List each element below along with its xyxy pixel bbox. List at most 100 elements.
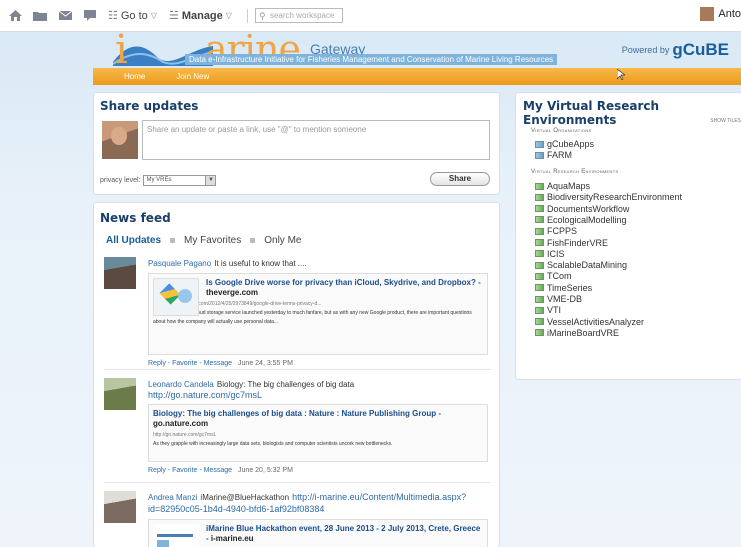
vre-icon bbox=[535, 261, 544, 269]
mouse-cursor-icon bbox=[617, 69, 625, 80]
vre-icon bbox=[535, 227, 544, 235]
card-title-text: Biology: The big challenges of big data … bbox=[153, 409, 437, 418]
gcube-logo: gCuBE bbox=[672, 40, 729, 59]
vre-item-label: ICIS bbox=[547, 248, 565, 259]
goto-label: Go to bbox=[120, 9, 148, 22]
link-preview-card[interactable]: Biology: The big challenges of big data … bbox=[148, 404, 488, 462]
vre-section-label: Virtual Research Environments bbox=[531, 169, 619, 175]
vre-item-label: VTI bbox=[547, 305, 562, 316]
vre-item-label: gCubeApps bbox=[547, 139, 595, 149]
link-preview-card[interactable]: Is Google Drive worse for privacy than i… bbox=[148, 273, 488, 355]
manage-menu[interactable]: ☱ Manage ▽ bbox=[168, 9, 232, 23]
vre-icon bbox=[535, 329, 544, 337]
avatar[interactable] bbox=[104, 491, 136, 523]
post-date: June 24, 3:55 PM bbox=[238, 360, 293, 367]
post-body: Leonardo Candela Biology: The big challe… bbox=[148, 378, 488, 474]
privacy-level: privacy level: My VREs ▼ bbox=[100, 175, 217, 186]
card-url: http://go.nature.com/gc7msL bbox=[153, 432, 217, 438]
link-preview-card[interactable]: iMarine Blue Hackathon event, 28 June 20… bbox=[148, 519, 488, 547]
powered-by[interactable]: Powered by gCuBE bbox=[622, 40, 729, 60]
vo-icon bbox=[535, 151, 544, 159]
message-link[interactable]: Message bbox=[204, 467, 232, 474]
avatar[interactable] bbox=[104, 378, 136, 410]
vre-icon bbox=[535, 193, 544, 201]
vre-item[interactable]: AquaMaps bbox=[535, 181, 590, 191]
vre-item[interactable]: TCom bbox=[535, 271, 572, 281]
vre-item-label: TimeSeries bbox=[547, 282, 593, 293]
privacy-select[interactable]: My VREs ▼ bbox=[143, 175, 217, 186]
filter-my-favorites[interactable]: My Favorites bbox=[184, 235, 241, 246]
top-toolbar: ☷ Go to ▽ ☱ Manage ▽ ⚲ search workspace … bbox=[0, 0, 741, 32]
filter-only-me[interactable]: Only Me bbox=[264, 235, 301, 246]
card-title[interactable]: Biology: The big challenges of big data … bbox=[153, 409, 483, 429]
vre-item[interactable]: ScalableDataMining bbox=[535, 260, 627, 270]
avatar[interactable] bbox=[104, 257, 136, 289]
post-date: June 20, 5:32 PM bbox=[238, 467, 293, 474]
favorite-link[interactable]: Favorite bbox=[172, 360, 197, 367]
vre-panel: My Virtual Research Environments SHOW TI… bbox=[515, 92, 741, 380]
reply-link[interactable]: Reply bbox=[148, 467, 166, 474]
vre-icon bbox=[535, 284, 544, 292]
vre-item[interactable]: FCPPS bbox=[535, 226, 577, 236]
dropdown-arrow-icon: ▼ bbox=[205, 176, 216, 185]
vre-item-label: VME-DB bbox=[547, 294, 583, 304]
message-link[interactable]: Message bbox=[204, 360, 232, 367]
share-update-input[interactable]: Share an update or paste a link, use "@"… bbox=[142, 120, 490, 160]
post-divider bbox=[104, 482, 491, 483]
post-author[interactable]: Pasquale Pagano bbox=[148, 259, 211, 268]
vre-item-label: TCom bbox=[547, 271, 572, 282]
nav-home[interactable]: Home bbox=[124, 72, 145, 81]
post-author[interactable]: Leonardo Candela bbox=[148, 380, 214, 389]
search-icon: ⚲ bbox=[258, 11, 266, 21]
vre-item[interactable]: iMarineBoardVRE bbox=[535, 328, 619, 338]
vre-item-label: EcologicalModelling bbox=[547, 214, 627, 225]
vre-item[interactable]: TimeSeries bbox=[535, 283, 592, 293]
vre-item[interactable]: EcologicalModelling bbox=[535, 215, 627, 225]
share-updates-panel: Share updates Share an update or paste a… bbox=[93, 92, 500, 195]
card-source: go.nature.com bbox=[153, 419, 209, 428]
vre-icon bbox=[535, 272, 544, 280]
card-title[interactable]: Is Google Drive worse for privacy than i… bbox=[206, 278, 483, 298]
vre-item[interactable]: FARM bbox=[535, 150, 572, 160]
vre-item-label: FCPPS bbox=[547, 226, 578, 237]
card-title[interactable]: iMarine Blue Hackathon event, 28 June 20… bbox=[206, 524, 483, 544]
mail-icon[interactable] bbox=[58, 10, 72, 22]
vre-icon bbox=[535, 295, 544, 303]
post-author[interactable]: Andrea Manzi bbox=[148, 493, 197, 502]
user-menu[interactable]: Anto bbox=[700, 7, 741, 21]
vre-icon bbox=[535, 250, 544, 258]
filter-all-updates[interactable]: All Updates bbox=[106, 235, 161, 246]
favorite-link[interactable]: Favorite bbox=[172, 467, 197, 474]
vre-item[interactable]: gCubeApps bbox=[535, 139, 594, 149]
vre-item[interactable]: DocumentsWorkflow bbox=[535, 204, 629, 214]
card-url: http://www.theverge.com/2012/4/25/297384… bbox=[153, 301, 322, 307]
vre-icon bbox=[535, 306, 544, 314]
vre-item[interactable]: VME-DB bbox=[535, 294, 582, 304]
post-body: Pasquale Pagano It is useful to know tha… bbox=[148, 257, 488, 367]
home-icon[interactable] bbox=[8, 10, 22, 22]
post-link[interactable]: http://go.nature.com/gc7msL bbox=[148, 390, 488, 400]
folder-icon[interactable] bbox=[33, 10, 47, 22]
post-text: iMarine@BlueHackathon bbox=[200, 493, 290, 502]
vre-item[interactable]: VesselActivitiesAnalyzer bbox=[535, 317, 644, 327]
card-source: theverge.com bbox=[206, 288, 259, 297]
vre-item[interactable]: VTI bbox=[535, 305, 561, 315]
portal-banner: i arine Gateway Data e-Infrastructure In… bbox=[93, 32, 741, 68]
nav-join-new[interactable]: Join New bbox=[176, 72, 209, 81]
reply-link[interactable]: Reply bbox=[148, 360, 166, 367]
vre-item-label: ScalableDataMining bbox=[547, 260, 628, 271]
vre-item[interactable]: ICIS bbox=[535, 249, 565, 259]
manage-label: Manage bbox=[181, 9, 223, 22]
sliders-icon: ☱ bbox=[168, 10, 179, 22]
goto-menu[interactable]: ☷ Go to ▽ bbox=[108, 9, 157, 23]
logo-letter-i: i bbox=[115, 32, 128, 68]
vre-item[interactable]: BiodiversityResearchEnvironment bbox=[535, 192, 682, 202]
show-tiles-link[interactable]: SHOW TILES bbox=[710, 118, 741, 124]
chat-icon[interactable] bbox=[83, 10, 97, 22]
share-button[interactable]: Share bbox=[430, 172, 490, 186]
search-workspace-input[interactable]: ⚲ search workspace bbox=[254, 8, 343, 23]
vre-icon bbox=[535, 205, 544, 213]
chevron-down-icon: ▽ bbox=[150, 11, 157, 20]
card-description: As they grapple with increasingly large … bbox=[153, 441, 393, 447]
vre-item[interactable]: FishFinderVRE bbox=[535, 238, 608, 248]
